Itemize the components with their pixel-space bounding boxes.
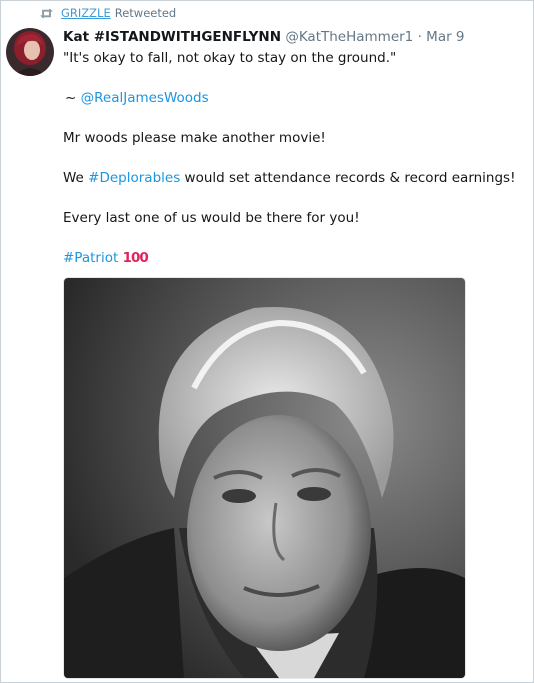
- portrait-image: [64, 278, 465, 678]
- mention-link[interactable]: @RealJamesWoods: [81, 90, 209, 106]
- attribution-prefix: ~: [65, 90, 81, 106]
- tweet-date[interactable]: Mar 9: [426, 29, 464, 45]
- quote-text: "It's okay to fall, not okay to stay on …: [63, 50, 397, 66]
- hundred-points-icon: 100: [122, 250, 149, 266]
- we-text: We: [63, 170, 89, 186]
- avatar-image: [6, 28, 54, 76]
- records-text: would set attendance records & record ea…: [180, 170, 516, 186]
- movie-text: Mr woods please make another movie!: [63, 130, 326, 146]
- records-line: We #Deplorables would set attendance rec…: [63, 168, 516, 188]
- quote-line: "It's okay to fall, not okay to stay on …: [63, 48, 396, 68]
- tweet-header: Kat #ISTANDWITHGENFLYNN @KatTheHammer1 ·…: [63, 28, 523, 46]
- author-handle[interactable]: @KatTheHammer1: [285, 29, 413, 45]
- avatar[interactable]: [6, 28, 54, 76]
- movie-line: Mr woods please make another movie!: [63, 128, 326, 148]
- hashtag-line: #Patriot 100: [63, 248, 149, 268]
- retweeted-label: Retweeted: [114, 6, 177, 20]
- retweet-context: GRIZZLE Retweeted: [39, 6, 176, 20]
- tweet-body: Kat #ISTANDWITHGENFLYNN @KatTheHammer1 ·…: [63, 28, 523, 266]
- retweet-icon: [40, 8, 53, 18]
- every-text: Every last one of us would be there for …: [63, 210, 360, 226]
- separator-dot: ·: [417, 29, 422, 45]
- retweeter-link[interactable]: GRIZZLE: [61, 6, 111, 20]
- attribution-line: ~ @RealJamesWoods: [65, 88, 209, 108]
- every-line: Every last one of us would be there for …: [63, 208, 360, 228]
- hashtag-deplorables[interactable]: #Deplorables: [88, 170, 180, 186]
- tweet-photo[interactable]: [63, 277, 466, 679]
- author-name[interactable]: Kat #ISTANDWITHGENFLYNN: [63, 29, 281, 45]
- hashtag-patriot[interactable]: #Patriot: [63, 250, 118, 266]
